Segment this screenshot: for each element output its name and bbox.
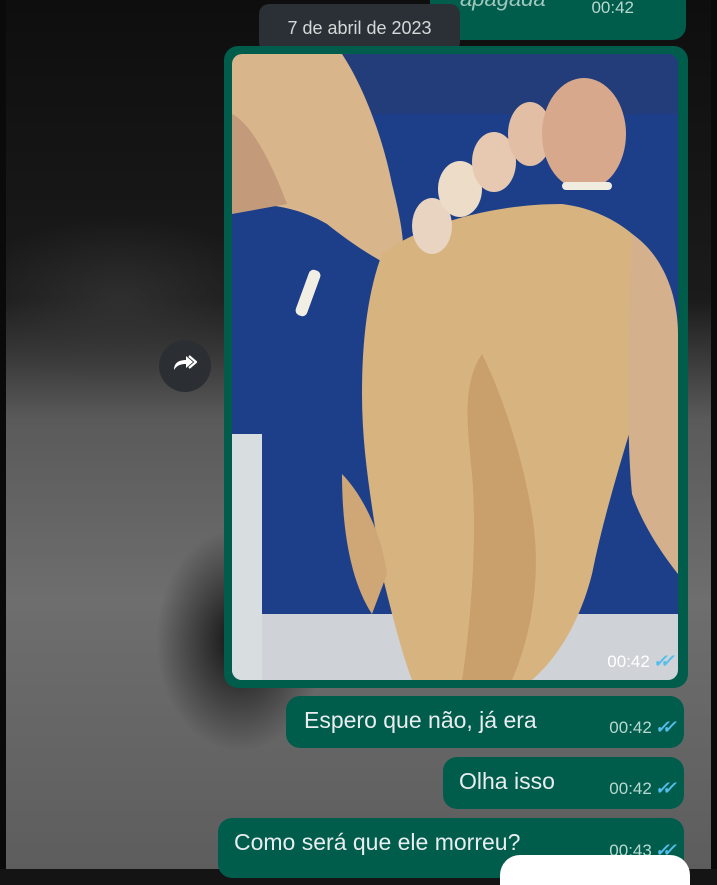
date-separator: 7 de abril de 2023 bbox=[259, 4, 460, 52]
double-check-icon: ✓✓ bbox=[653, 717, 673, 737]
double-check-icon: ✓✓ bbox=[651, 651, 671, 671]
message-bubble-deleted[interactable]: apagada 00:42 bbox=[430, 0, 686, 40]
scroll-indicator bbox=[500, 855, 690, 885]
message-meta: 00:42 ✓✓ bbox=[609, 717, 673, 738]
screen-edge bbox=[0, 0, 6, 869]
double-check-icon: ✓✓ bbox=[653, 778, 673, 798]
message-meta: 00:42 bbox=[591, 0, 634, 18]
image-meta: 00:42 ✓✓ bbox=[607, 651, 671, 672]
message-text: Como será que ele morreu? bbox=[234, 829, 521, 855]
message-time: 00:42 bbox=[609, 778, 652, 798]
message-time: 00:42 bbox=[591, 0, 634, 17]
forward-icon bbox=[170, 352, 200, 381]
message-time: 00:42 bbox=[607, 651, 650, 671]
screen-edge bbox=[711, 0, 717, 869]
message-photo[interactable] bbox=[232, 54, 678, 680]
message-bubble[interactable]: Espero que não, já era 00:42 ✓✓ bbox=[286, 696, 684, 748]
message-text: Olha isso bbox=[459, 768, 555, 794]
image-message[interactable]: 00:42 ✓✓ bbox=[224, 46, 688, 688]
message-bubble[interactable]: Olha isso 00:42 ✓✓ bbox=[443, 757, 684, 809]
message-meta: 00:42 ✓✓ bbox=[609, 778, 673, 799]
message-time: 00:42 bbox=[609, 717, 652, 737]
forward-button[interactable] bbox=[159, 340, 211, 392]
message-text: apagada bbox=[460, 0, 546, 12]
message-text: Espero que não, já era bbox=[304, 707, 537, 733]
